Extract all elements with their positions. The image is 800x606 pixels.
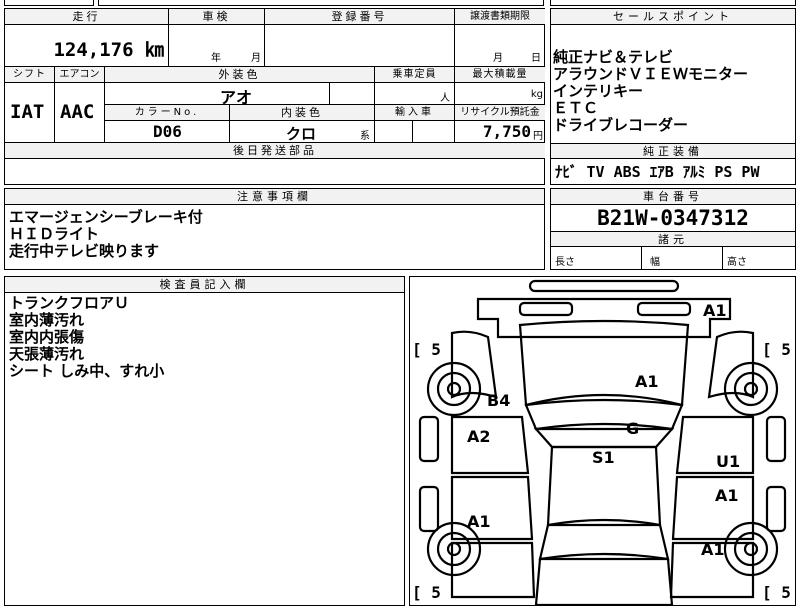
capacity-value-cell: 人 bbox=[375, 83, 455, 105]
specs-width-cell: 幅 bbox=[642, 247, 723, 269]
specs-width-label: 幅 bbox=[650, 257, 660, 268]
recycle-value: 7,750 bbox=[482, 122, 531, 141]
color-no-label: カラーNo. bbox=[105, 105, 230, 121]
top-strip-right bbox=[550, 0, 796, 6]
genuine-equipment-value: ﾅﾋﾞ TV ABS ｴｱB ｱﾙﾐ PS PW bbox=[555, 163, 760, 181]
shift-value: IAT bbox=[10, 101, 45, 123]
inspector-list: トランクフロアＵ 室内薄汚れ 室内内張傷 天張薄汚れ シート しみ中、すれ小 bbox=[9, 295, 164, 380]
import-value-a bbox=[375, 121, 413, 143]
inspection-month: 月 bbox=[251, 53, 261, 64]
inspector-label: 検査員記入欄 bbox=[5, 277, 404, 293]
exterior-color-label: 外装色 bbox=[105, 67, 375, 83]
transfer-value-cell: 月 日 bbox=[455, 25, 545, 67]
transfer-month: 月 bbox=[493, 53, 503, 64]
damage-code: G bbox=[626, 419, 640, 438]
inspection-value-cell: 年 月 bbox=[169, 25, 265, 67]
max-load-value-cell: kg bbox=[455, 83, 545, 105]
import-value-b bbox=[413, 121, 455, 143]
exterior-color-extra-cell bbox=[330, 83, 375, 105]
tire-rl-mark: [ 5 bbox=[412, 583, 441, 602]
exterior-color-value-cell: アオ bbox=[105, 83, 330, 107]
inspector-line: 室内内張傷 bbox=[9, 328, 85, 346]
chassis-value: B21W-0347312 bbox=[597, 206, 749, 230]
sales-point-item: アラウンドＶＩＥＷモニター bbox=[553, 65, 749, 83]
notes-label: 注意事項欄 bbox=[5, 189, 544, 205]
color-no-value-cell: D06 bbox=[105, 121, 230, 143]
max-load-unit: kg bbox=[530, 89, 543, 100]
color-no-value: D06 bbox=[153, 122, 182, 141]
mileage-value: 124,176 ㎞ bbox=[53, 39, 164, 61]
import-label: 輸入車 bbox=[375, 105, 455, 121]
inspection-label: 車検 bbox=[169, 9, 265, 25]
shift-label: シフト bbox=[5, 67, 55, 83]
mileage-value-cell: 124,176 ㎞ bbox=[5, 25, 169, 67]
later-parts-label: 後日発送部品 bbox=[5, 143, 545, 159]
chassis-label: 車台番号 bbox=[551, 189, 795, 205]
damage-code: U1 bbox=[716, 452, 741, 471]
notes-box: 注意事項欄 エマージェンシーブレーキ付 ＨＩＤライト 走行中テレビ映ります bbox=[4, 188, 545, 270]
note-line: 走行中テレビ映ります bbox=[9, 242, 160, 260]
tire-fr-mark: [ 5 bbox=[762, 340, 791, 359]
sales-points-box: セールスポイント 純正ナビ＆テレビ アラウンドＶＩＥＷモニター インテリキー Ｅ… bbox=[550, 8, 796, 185]
sales-points-list: 純正ナビ＆テレビ アラウンドＶＩＥＷモニター インテリキー ＥＴＣ ドライブレコ… bbox=[553, 49, 793, 134]
aircon-value-cell: AAC bbox=[55, 83, 105, 143]
damage-code: A2 bbox=[467, 427, 491, 446]
capacity-label: 乗車定員 bbox=[375, 67, 455, 83]
inspector-line: シート しみ中、すれ小 bbox=[9, 362, 165, 380]
top-strip-mid bbox=[98, 0, 544, 6]
note-line: エマージェンシーブレーキ付 bbox=[9, 208, 203, 226]
interior-color-label: 内装色 bbox=[230, 105, 375, 121]
shift-value-cell: IAT bbox=[5, 83, 55, 143]
car-diagram: [ 5 [ 5 [ 5 [ 5 A1 A1 B4 G A2 S1 U1 A1 A… bbox=[409, 276, 796, 606]
damage-code: A1 bbox=[701, 540, 725, 559]
registration-value-cell bbox=[265, 25, 455, 67]
recycle-value-cell: 7,750 円 bbox=[455, 121, 545, 143]
specs-height-cell: 高さ bbox=[723, 247, 795, 269]
recycle-unit: 円 bbox=[533, 131, 543, 142]
inspector-box: 検査員記入欄 トランクフロアＵ 室内薄汚れ 室内内張傷 天張薄汚れ シート しみ… bbox=[4, 276, 405, 606]
sales-point-item: インテリキー bbox=[553, 82, 644, 100]
notes-list: エマージェンシーブレーキ付 ＨＩＤライト 走行中テレビ映ります bbox=[9, 209, 203, 260]
transfer-label: 譲渡書類期限 bbox=[455, 9, 545, 25]
top-strip-left bbox=[4, 0, 94, 6]
interior-color-suffix: 系 bbox=[360, 131, 370, 142]
specs-height-label: 高さ bbox=[727, 257, 747, 268]
damage-code: A1 bbox=[715, 486, 739, 505]
tire-rr-mark: [ 5 bbox=[762, 583, 791, 602]
specs-length-cell: 長さ bbox=[551, 247, 642, 269]
inspection-year: 年 bbox=[211, 53, 221, 64]
spec-table: 走行 車検 登録番号 譲渡書類期限 124,176 ㎞ 年 月 月 日 シフト … bbox=[4, 8, 545, 185]
max-load-label: 最大積載量 bbox=[455, 67, 545, 83]
tire-fl-mark: [ 5 bbox=[412, 340, 441, 359]
specs-label: 諸元 bbox=[551, 231, 795, 247]
damage-code: A1 bbox=[467, 512, 491, 531]
inspector-line: トランクフロアＵ bbox=[9, 294, 130, 312]
interior-color-value: クロ bbox=[286, 125, 317, 143]
inspector-line: 室内薄汚れ bbox=[9, 311, 85, 329]
sales-points-label: セールスポイント bbox=[551, 9, 795, 25]
later-parts-value bbox=[5, 159, 545, 185]
transfer-day: 日 bbox=[531, 53, 541, 64]
sales-point-item: ＥＴＣ bbox=[553, 99, 599, 117]
damage-code: A1 bbox=[635, 372, 659, 391]
aircon-label: エアコン bbox=[55, 67, 105, 83]
damage-code: S1 bbox=[592, 448, 615, 467]
interior-color-value-cell: クロ 系 bbox=[230, 121, 375, 143]
note-line: ＨＩＤライト bbox=[9, 225, 100, 243]
specs-row: 長さ 幅 高さ bbox=[551, 247, 795, 269]
inspector-line: 天張薄汚れ bbox=[9, 345, 85, 363]
damage-code: B4 bbox=[487, 391, 511, 410]
chassis-box: 車台番号 B21W-0347312 諸元 長さ 幅 高さ bbox=[550, 188, 796, 270]
genuine-equipment-label: 純正装備 bbox=[551, 143, 795, 159]
damage-code: A1 bbox=[703, 301, 727, 320]
sales-point-item: 純正ナビ＆テレビ bbox=[553, 48, 674, 66]
aircon-value: AAC bbox=[60, 101, 95, 123]
recycle-label: リサイクル預託金 bbox=[455, 105, 545, 121]
registration-label: 登録番号 bbox=[265, 9, 455, 25]
sales-point-item: ドライブレコーダー bbox=[553, 116, 689, 134]
specs-length-label: 長さ bbox=[555, 257, 575, 268]
mileage-label: 走行 bbox=[5, 9, 169, 25]
capacity-unit: 人 bbox=[440, 93, 450, 104]
